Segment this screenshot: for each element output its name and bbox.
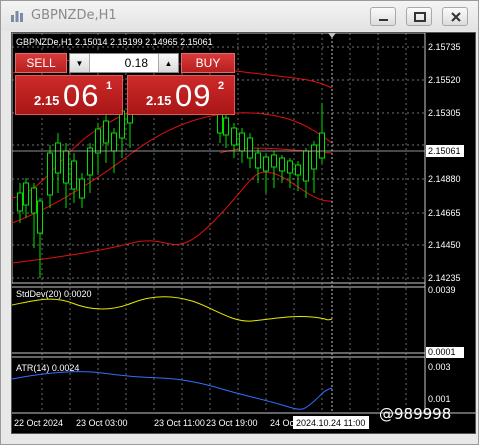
restore-button[interactable] (406, 7, 432, 26)
band-line (11, 171, 333, 264)
candle-body (79, 178, 85, 199)
candle-body (23, 182, 29, 206)
restore-icon (414, 12, 426, 22)
bid-prefix: 2.15 (34, 93, 60, 108)
candle-body (287, 160, 293, 174)
atr-line (11, 371, 333, 410)
title-bar[interactable]: GBPNZDe,H1 (1, 1, 478, 31)
ask-big-digits: 09 (175, 78, 212, 113)
atr-axis-bottom: 0.001 (428, 394, 451, 404)
candle-body (87, 147, 93, 176)
arrow-down-icon[interactable]: ▼ (70, 54, 90, 72)
ask-pip-fraction: 2 (218, 80, 225, 92)
candle-body (31, 187, 37, 214)
bid-pip-fraction: 1 (106, 80, 113, 92)
atr-axis-top: 0.003 (428, 362, 451, 372)
candle-body (311, 144, 317, 170)
candle-body (279, 157, 285, 172)
price-axis-label: 2.14665 (428, 208, 461, 218)
ask-prefix: 2.15 (146, 93, 172, 108)
close-button[interactable] (442, 7, 468, 26)
chart-window: GBPNZDe,H1 GBPNZDe,H1 2.15014 2.15199 2.… (0, 0, 479, 445)
arrow-up-icon[interactable]: ▲ (158, 54, 178, 72)
price-axis-label: 2.14880 (428, 174, 461, 184)
minimize-icon (379, 19, 388, 21)
candle-body (55, 142, 61, 174)
stddev-line (11, 296, 333, 322)
chart-header: GBPNZDe,H1 2.15014 2.15199 2.14965 2.150… (16, 37, 213, 47)
ask-price-tile[interactable]: 2.15 09 2 (127, 75, 235, 115)
candle-body (71, 160, 77, 190)
candle-body (271, 154, 277, 168)
candle-body (319, 132, 325, 159)
stddev-axis-top: 0.0039 (428, 285, 456, 295)
bid-big-digits: 06 (63, 78, 100, 113)
buy-button[interactable]: BUY (181, 53, 235, 73)
time-axis-label: 23 Oct 11:00 (154, 418, 205, 428)
candle-body (231, 127, 237, 146)
candle-body (47, 152, 53, 196)
candle-body (303, 150, 309, 182)
time-axis: 22 Oct 2024 23 Oct 03:00 23 Oct 11:00 23 Oc… (14, 418, 297, 428)
crosshair-time-label: 2024.10.24 11:00 (296, 418, 365, 428)
price-axis-label: 2.15305 (428, 108, 461, 118)
candle-body (63, 150, 69, 184)
time-axis-label: 23 Oct 03:00 (76, 418, 128, 428)
candle-body (119, 110, 125, 139)
price-axis: 2.15735 2.15520 2.15305 2.14880 2.14665 2.144… (428, 42, 461, 283)
candle-body (247, 137, 253, 159)
one-click-trading-panel: SELL ▼ 0.18 ▲ BUY 2.15 06 1 2.15 09 2 (15, 53, 235, 115)
price-axis-label: 2.15735 (428, 42, 461, 52)
current-price-label: 2.15061 (428, 146, 461, 156)
time-axis-label: 24 Oct (270, 418, 297, 428)
shift-marker-icon[interactable] (328, 33, 336, 38)
bid-price-tile[interactable]: 2.15 06 1 (15, 75, 123, 115)
stddev-label: StdDev(20) 0.0020 (16, 289, 92, 299)
time-axis-label: 23 Oct 19:00 (206, 418, 258, 428)
candle-body (239, 132, 245, 152)
candle-body (95, 128, 101, 154)
minimize-button[interactable] (370, 7, 396, 26)
candle-body (263, 156, 269, 172)
candle-body (103, 120, 109, 144)
lot-value[interactable]: 0.18 (125, 56, 148, 70)
price-axis-label: 2.15520 (428, 75, 461, 85)
window-title: GBPNZDe,H1 (31, 8, 117, 23)
close-icon (451, 12, 461, 22)
price-axis-label: 2.14235 (428, 273, 461, 283)
price-axis-label: 2.14450 (428, 240, 461, 250)
bar-chart-icon (11, 11, 23, 22)
candle-body (223, 117, 229, 136)
lot-size-field[interactable]: ▼ 0.18 ▲ (69, 53, 179, 73)
time-axis-label: 22 Oct 2024 (14, 418, 63, 428)
stddev-axis-bottom: 0.0001 (428, 347, 456, 357)
watermark: @989998 (379, 405, 452, 423)
candle-body (295, 164, 301, 176)
candle-body (111, 132, 117, 152)
candle-body (255, 152, 261, 169)
candles (17, 93, 325, 278)
candle-body (17, 192, 23, 212)
sell-button[interactable]: SELL (15, 53, 67, 73)
candle-body (37, 200, 43, 234)
